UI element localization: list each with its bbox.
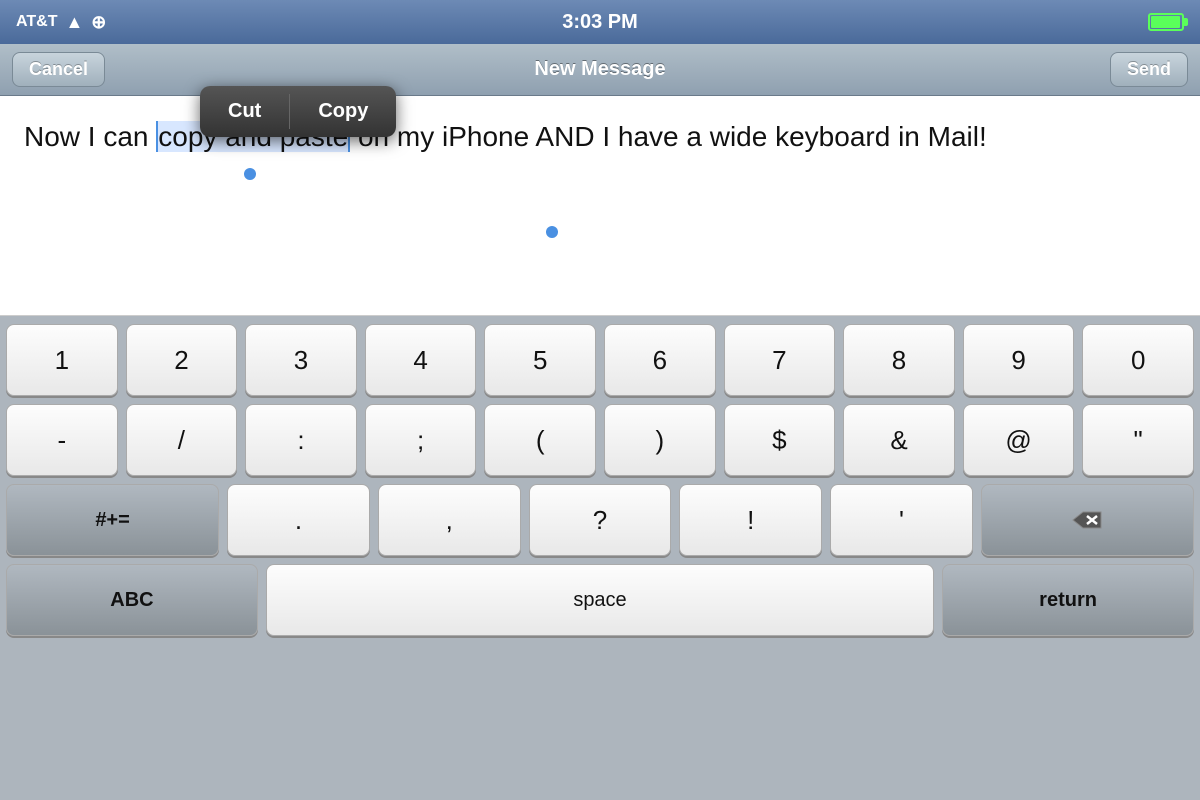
key-close-paren[interactable]: ) (604, 404, 716, 476)
key-3[interactable]: 3 (245, 324, 357, 396)
cancel-button[interactable]: Cancel (12, 52, 105, 87)
status-time: 3:03 PM (562, 11, 638, 34)
cut-menu-item[interactable]: Cut (200, 86, 289, 137)
key-colon[interactable]: : (245, 404, 357, 476)
key-0[interactable]: 0 (1082, 324, 1194, 396)
delete-key[interactable] (981, 484, 1194, 556)
key-minus[interactable]: - (6, 404, 118, 476)
key-quote[interactable]: " (1082, 404, 1194, 476)
text-after-selection: on my iPhone AND I have a wide keyboard … (350, 121, 987, 152)
key-at[interactable]: @ (963, 404, 1075, 476)
key-dollar[interactable]: $ (724, 404, 836, 476)
key-7[interactable]: 7 (724, 324, 836, 396)
key-8[interactable]: 8 (843, 324, 955, 396)
key-1[interactable]: 1 (6, 324, 118, 396)
text-area[interactable]: Now I can copy and paste on my iPhone AN… (0, 96, 1200, 316)
status-left: AT&T ▲ ⊕ (16, 12, 106, 33)
text-content: Now I can copy and paste on my iPhone AN… (24, 116, 1176, 158)
key-space[interactable]: space (266, 564, 934, 636)
key-exclamation[interactable]: ! (679, 484, 822, 556)
context-menu: Cut Copy (200, 86, 396, 137)
text-before-selection: Now I can (24, 121, 156, 152)
status-right (1148, 13, 1184, 31)
key-ampersand[interactable]: & (843, 404, 955, 476)
send-button[interactable]: Send (1110, 52, 1188, 87)
key-comma[interactable]: , (378, 484, 521, 556)
key-open-paren[interactable]: ( (484, 404, 596, 476)
carrier-text: AT&T (16, 13, 57, 31)
key-semicolon[interactable]: ; (365, 404, 477, 476)
key-9[interactable]: 9 (963, 324, 1075, 396)
key-apostrophe[interactable]: ' (830, 484, 973, 556)
key-special-symbols[interactable]: #+= (6, 484, 219, 556)
selection-handle-top (244, 168, 256, 180)
nav-title: New Message (534, 58, 665, 81)
key-6[interactable]: 6 (604, 324, 716, 396)
battery-fill (1151, 16, 1180, 28)
key-abc[interactable]: ABC (6, 564, 258, 636)
keyboard-row-punctuation: #+= . , ? ! ' (6, 484, 1194, 556)
key-5[interactable]: 5 (484, 324, 596, 396)
key-period[interactable]: . (227, 484, 370, 556)
key-2[interactable]: 2 (126, 324, 238, 396)
delete-icon (1071, 508, 1103, 532)
key-4[interactable]: 4 (365, 324, 477, 396)
phone-screen: AT&T ▲ ⊕ 3:03 PM Cancel New Message Send… (0, 0, 1200, 800)
keyboard: 1 2 3 4 5 6 7 8 9 0 - / : ; ( ) $ & @ " … (0, 316, 1200, 800)
spinner-icon: ⊕ (91, 12, 106, 33)
keyboard-row-symbols: - / : ; ( ) $ & @ " (6, 404, 1194, 476)
status-bar: AT&T ▲ ⊕ 3:03 PM (0, 0, 1200, 44)
keyboard-row-numbers: 1 2 3 4 5 6 7 8 9 0 (6, 324, 1194, 396)
battery-icon (1148, 13, 1184, 31)
nav-bar: Cancel New Message Send (0, 44, 1200, 96)
keyboard-row-bottom: ABC space return (6, 564, 1194, 636)
selection-handle-bottom (546, 226, 558, 238)
wifi-icon: ▲ (65, 12, 83, 33)
key-question[interactable]: ? (529, 484, 672, 556)
copy-menu-item[interactable]: Copy (290, 86, 396, 137)
key-return[interactable]: return (942, 564, 1194, 636)
key-slash[interactable]: / (126, 404, 238, 476)
